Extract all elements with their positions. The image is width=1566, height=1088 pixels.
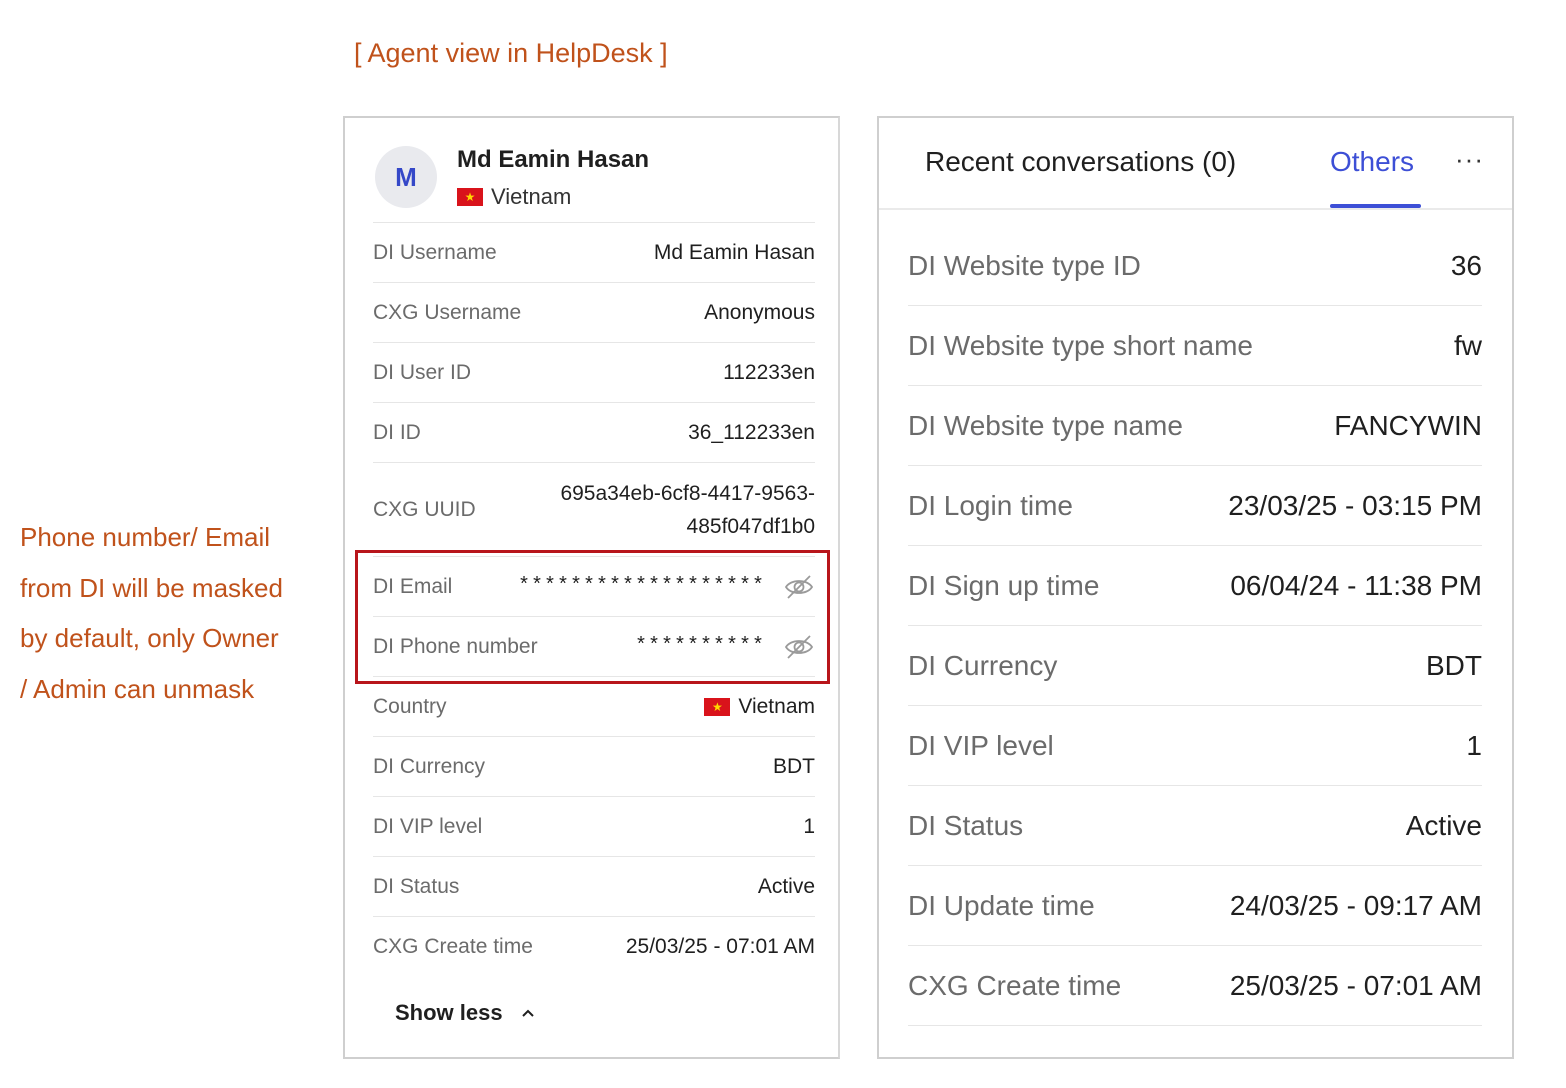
attribute-row-vip-level: DI VIP level 1	[908, 706, 1482, 786]
attribute-label: DI Update time	[908, 889, 1095, 921]
attribute-value: 1	[1466, 729, 1482, 761]
attribute-value: 23/03/25 - 03:15 PM	[1228, 489, 1482, 521]
attribute-value: 24/03/25 - 09:17 AM	[1229, 889, 1482, 921]
attribute-label: DI Sign up time	[908, 569, 1100, 601]
agent-view-caption: [ Agent view in HelpDesk ]	[354, 38, 668, 68]
attribute-row-website-type-short-name: DI Website type short name fw	[908, 306, 1482, 386]
attribute-row-cxg-create-time: CXG Create time 25/03/25 - 07:01 AM	[373, 916, 815, 976]
attribute-row-di-user-id: DI User ID 112233en	[373, 342, 815, 402]
masking-note-line: / Admin can unmask	[20, 673, 255, 704]
attribute-value: Anonymous	[704, 300, 815, 324]
attribute-value: Vietnam	[704, 695, 815, 719]
attribute-label: DI Currency	[908, 649, 1058, 681]
attribute-label: CXG Create time	[373, 934, 533, 958]
attribute-label: DI VIP level	[908, 729, 1054, 761]
vietnam-flag-icon	[457, 188, 483, 206]
attribute-value: Active	[1405, 809, 1482, 841]
others-panel: Recent conversations (0) Others ··· DI W…	[877, 116, 1514, 1059]
attribute-value: 1	[803, 814, 815, 838]
chevron-up-icon	[521, 1009, 534, 1017]
attribute-value: 06/04/24 - 11:38 PM	[1230, 569, 1482, 601]
attribute-value: BDT	[1426, 649, 1482, 681]
attribute-row-update-time: DI Update time 24/03/25 - 09:17 AM	[908, 866, 1482, 946]
attribute-value: Active	[757, 874, 815, 898]
attribute-label: DI Username	[373, 240, 497, 264]
attribute-value: 695a34eb-6cf8-4417-9563-485f047df1b0	[560, 481, 815, 538]
contact-name: Md Eamin Hasan	[457, 146, 650, 173]
contact-info-panel: M Md Eamin Hasan Vietnam DI Username Md …	[343, 116, 840, 1059]
attribute-label: DI ID	[373, 420, 421, 444]
attribute-row-sign-up-time: DI Sign up time 06/04/24 - 11:38 PM	[908, 546, 1482, 626]
avatar: M	[375, 146, 437, 208]
contact-country: Vietnam	[457, 184, 571, 210]
show-less-button[interactable]: Show less	[395, 1000, 535, 1026]
attribute-label: Country	[373, 694, 447, 718]
attribute-row-country: Country Vietnam	[373, 676, 815, 736]
attribute-value: 112233en	[723, 360, 815, 384]
others-attributes-list: DI Website type ID 36 DI Website type sh…	[908, 226, 1482, 1026]
attribute-row-website-type-name: DI Website type name FANCYWIN	[908, 386, 1482, 466]
attribute-label: DI Status	[908, 809, 1024, 841]
active-tab-indicator	[1330, 204, 1421, 208]
attribute-value: FANCYWIN	[1334, 409, 1482, 441]
attribute-value: 25/03/25 - 07:01 AM	[625, 934, 815, 958]
masking-note-line: from DI will be masked	[20, 572, 283, 603]
attribute-label: DI Website type name	[908, 409, 1183, 441]
attribute-row-di-status: DI Status Active	[373, 856, 815, 916]
attribute-row-di-id: DI ID 36_112233en	[373, 402, 815, 462]
attribute-label: CXG UUID	[373, 497, 476, 521]
attribute-row-cxg-username: CXG Username Anonymous	[373, 282, 815, 342]
attribute-value: 25/03/25 - 07:01 AM	[1229, 969, 1482, 1001]
attribute-label: CXG Username	[373, 300, 522, 324]
masked-fields-highlight	[355, 550, 830, 684]
attribute-label: DI Status	[373, 874, 460, 898]
attribute-label: CXG Create time	[908, 969, 1122, 1001]
attribute-row-login-time: DI Login time 23/03/25 - 03:15 PM	[908, 466, 1482, 546]
attribute-row-di-vip-level: DI VIP level 1	[373, 796, 815, 856]
attribute-row-website-type-id: DI Website type ID 36	[908, 226, 1482, 306]
attribute-value: 36	[1450, 249, 1482, 281]
panel-tabs: Recent conversations (0) Others ···	[879, 118, 1512, 210]
country-value: Vietnam	[738, 694, 815, 718]
tab-others[interactable]: Others	[1330, 146, 1414, 178]
attribute-label: DI Website type short name	[908, 329, 1253, 361]
attribute-label: DI Website type ID	[908, 249, 1141, 281]
attribute-value: Md Eamin Hasan	[653, 240, 815, 264]
show-less-label: Show less	[395, 1000, 503, 1025]
attribute-row-cxg-create-time: CXG Create time 25/03/25 - 07:01 AM	[908, 946, 1482, 1026]
vietnam-flag-icon	[704, 697, 731, 716]
more-options-icon[interactable]: ···	[1455, 144, 1484, 175]
masking-note-line: by default, only Owner	[20, 623, 279, 653]
attribute-row-di-username: DI Username Md Eamin Hasan	[373, 222, 815, 282]
attribute-row-currency: DI Currency BDT	[908, 626, 1482, 706]
attribute-label: DI VIP level	[373, 814, 483, 838]
contact-country-label: Vietnam	[491, 184, 572, 209]
masking-note-line: Phone number/ Email	[20, 522, 271, 552]
attribute-value: fw	[1454, 329, 1482, 361]
attribute-label: DI User ID	[373, 360, 472, 384]
attribute-row-status: DI Status Active	[908, 786, 1482, 866]
attribute-value: BDT	[773, 754, 815, 778]
attribute-label: DI Currency	[373, 754, 486, 778]
tab-recent-conversations[interactable]: Recent conversations (0)	[925, 146, 1236, 178]
attribute-row-cxg-uuid: CXG UUID 695a34eb-6cf8-4417-9563-485f047…	[373, 462, 815, 556]
attribute-label: DI Login time	[908, 489, 1073, 521]
attribute-row-di-currency: DI Currency BDT	[373, 736, 815, 796]
attribute-value: 36_112233en	[688, 420, 815, 444]
masking-note: Phone number/ Email from DI will be mask…	[20, 512, 320, 714]
